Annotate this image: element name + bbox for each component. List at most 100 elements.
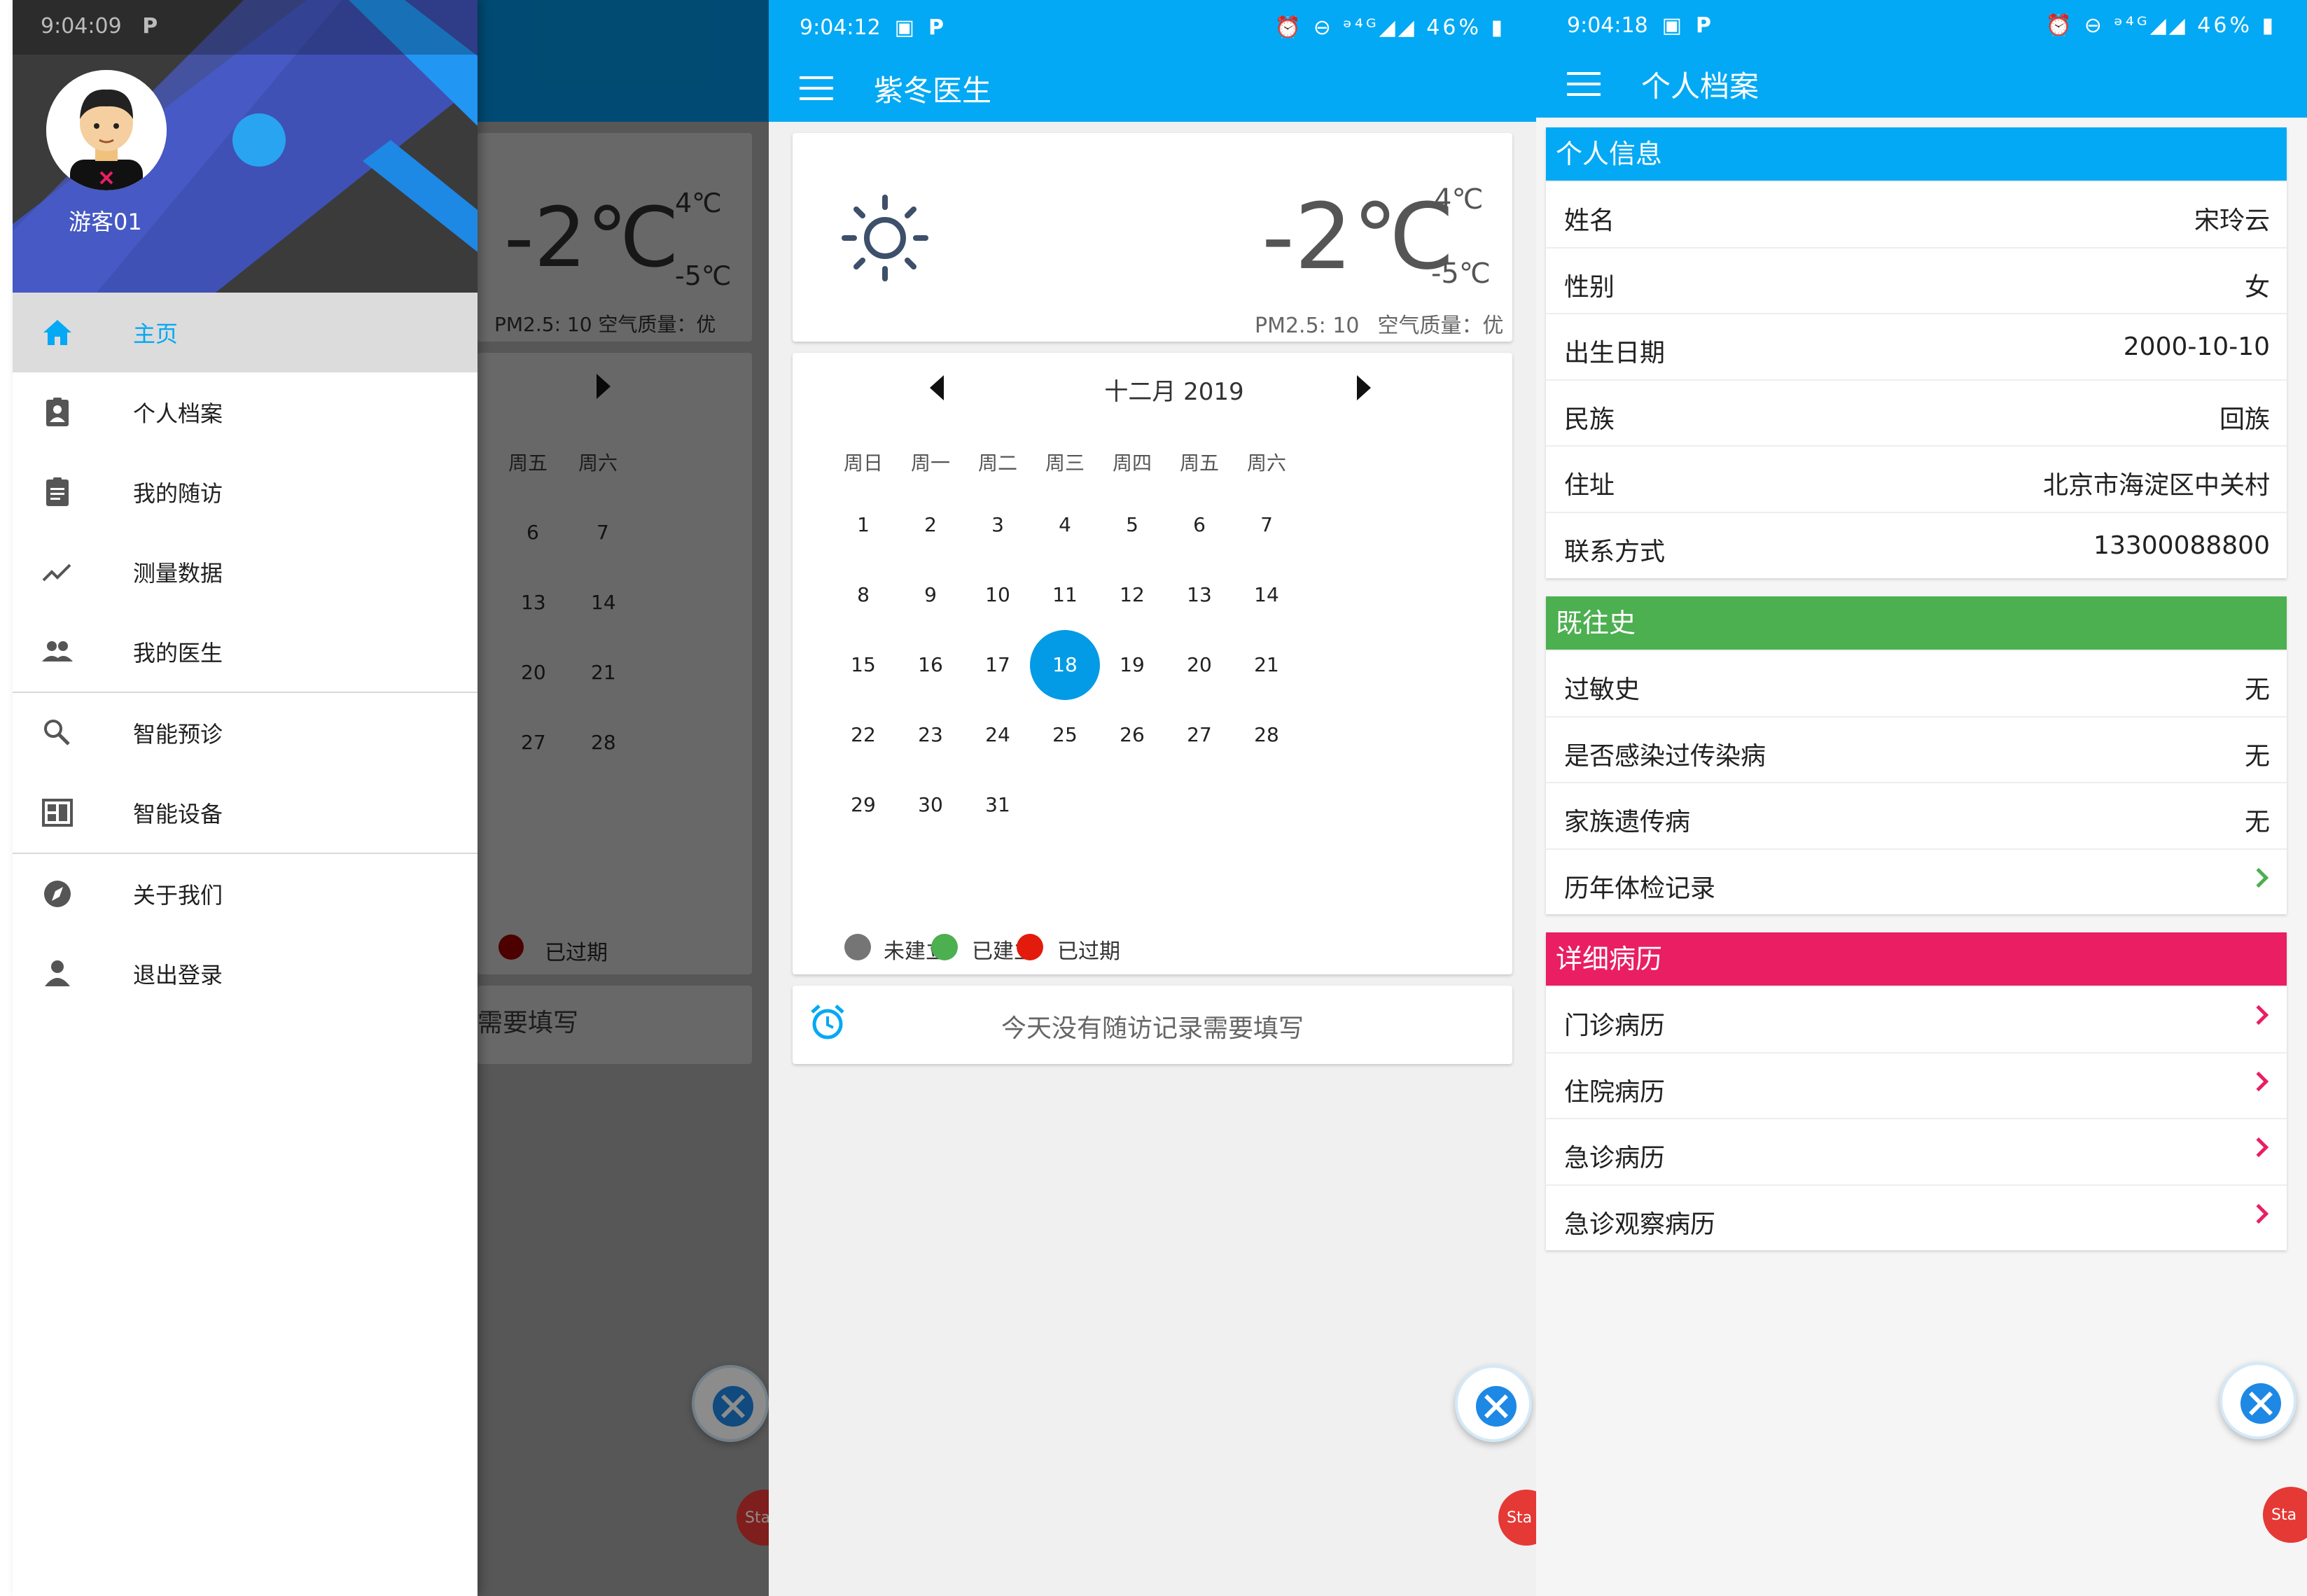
calendar-day[interactable]: 27 [1164, 700, 1234, 770]
weekday-label: 周二 [977, 451, 1017, 475]
prev-month-icon[interactable] [930, 375, 944, 400]
calendar-day[interactable]: 2 [895, 490, 966, 560]
calendar-day[interactable]: 30 [895, 770, 966, 840]
history-row[interactable]: 历年体检记录 [1546, 848, 2287, 915]
calendar-day[interactable]: 16 [895, 630, 966, 700]
calendar-day[interactable]: 4 [1030, 490, 1100, 560]
menu-item-about[interactable]: 关于我们 [13, 854, 478, 934]
drawer-header: 9:04:09 P 游客01 [13, 0, 478, 293]
menu-item-profile[interactable]: 个人档案 [13, 372, 478, 452]
legend-dot-expired [1017, 934, 1043, 960]
row-label: 姓名 [1564, 206, 1615, 235]
row-value: 北京市海淀区中关村 [2042, 471, 2270, 500]
floating-assistant-button[interactable] [2219, 1362, 2296, 1439]
row-label: 住院病历 [1564, 1077, 1666, 1107]
menu-icon[interactable] [1567, 72, 1601, 96]
medical-history-rows: 过敏史无是否感染过传染病无家族遗传病无历年体检记录 [1546, 650, 2287, 914]
row-label: 联系方式 [1564, 537, 1666, 566]
sta-badge[interactable]: Sta [2263, 1487, 2307, 1543]
calendar-day[interactable]: 20 [1164, 630, 1234, 700]
weather-card: -2℃ 4℃ -5℃ PM2.5: 10 空气质量：优 [793, 133, 1512, 342]
personal-info-rows: 姓名 宋玲云 性别 女出生日期 2000-10-10 民族 回族 住址 北京市海淀区中关村 联系方… [1546, 181, 2287, 578]
menu-label: 关于我们 [133, 882, 223, 909]
legend-dot-not-created [844, 934, 871, 960]
weekday-label: 周一 [910, 451, 950, 475]
calendar-day[interactable]: 14 [1232, 560, 1302, 630]
row-label: 急诊观察病历 [1564, 1210, 1716, 1239]
weekday-label: 周日 [843, 451, 883, 475]
row-label: 性别 [1564, 272, 1615, 302]
calendar-day-today[interactable]: 18 [1030, 630, 1100, 700]
calendar-day[interactable]: 19 [1097, 630, 1167, 700]
calendar-day[interactable]: 3 [963, 490, 1033, 560]
calendar-day[interactable]: 28 [1232, 700, 1302, 770]
people-icon [42, 641, 73, 662]
menu-item-logout[interactable]: 退出登录 [13, 934, 478, 1014]
calendar-day[interactable]: 1 [828, 490, 898, 560]
calendar-day[interactable]: 22 [828, 700, 898, 770]
next-month-icon[interactable] [1357, 375, 1371, 400]
screen-drawer: -2℃ 4℃ -5℃ PM2.5: 10 空气质量：优 周五 周六 6 7 13… [0, 0, 769, 1596]
floating-assistant-button[interactable] [1455, 1365, 1532, 1442]
weekday-label: 周六 [1246, 451, 1286, 475]
menu-label: 智能设备 [133, 801, 223, 827]
menu-item-doctors[interactable]: 我的医生 [13, 612, 478, 692]
weekday-label: 周五 [1179, 451, 1219, 475]
records-row[interactable]: 急诊观察病历 [1546, 1184, 2287, 1251]
calendar-day[interactable]: 25 [1030, 700, 1100, 770]
calendar-day[interactable]: 26 [1097, 700, 1167, 770]
weekday-label: 周四 [1112, 451, 1152, 475]
calendar-day[interactable]: 5 [1097, 490, 1167, 560]
calendar-day[interactable]: 15 [828, 630, 898, 700]
calendar-day[interactable]: 12 [1097, 560, 1167, 630]
menu-item-home[interactable]: 主页 [13, 293, 478, 372]
calendar-day[interactable]: 7 [1232, 490, 1302, 560]
status-time: 9:04:18 [1567, 13, 1648, 38]
current-temperature: -2℃ [1262, 183, 1455, 290]
menu-icon[interactable] [800, 76, 833, 100]
personal-row: 民族 回族 [1546, 379, 2287, 446]
menu-item-followup[interactable]: 我的随访 [13, 452, 478, 532]
medical-history-section: 既往史 过敏史无是否感染过传染病无家族遗传病无历年体检记录 [1546, 596, 2287, 915]
calendar-day[interactable]: 8 [828, 560, 898, 630]
avatar-image [46, 70, 167, 190]
calendar-day[interactable]: 23 [895, 700, 966, 770]
drawer-scrim[interactable] [478, 0, 769, 1596]
menu-item-prediagnosis[interactable]: 智能预诊 [13, 693, 478, 773]
calendar-day[interactable]: 29 [828, 770, 898, 840]
row-value: 女 [2244, 272, 2270, 302]
calendar-day[interactable]: 21 [1232, 630, 1302, 700]
followup-notice-card[interactable]: 今天没有随访记录需要填写 [793, 986, 1512, 1064]
calendar-day[interactable]: 24 [963, 700, 1033, 770]
parking-icon: P [1696, 13, 1712, 38]
calendar-day[interactable]: 9 [895, 560, 966, 630]
home-icon [43, 320, 71, 345]
section-header: 个人信息 [1546, 127, 2287, 181]
row-value: 宋玲云 [2194, 206, 2270, 235]
records-row[interactable]: 急诊病历 [1546, 1118, 2287, 1184]
menu-item-devices[interactable]: 智能设备 [13, 773, 478, 853]
username: 游客01 [69, 209, 142, 235]
calendar-day[interactable]: 31 [963, 770, 1033, 840]
aqi-value: 空气质量：优 [1377, 314, 1504, 338]
calendar-day[interactable]: 11 [1030, 560, 1100, 630]
chevron-right-icon [2248, 867, 2269, 888]
detailed-records-section: 详细病历 门诊病历住院病历急诊病历急诊观察病历 [1546, 932, 2287, 1251]
sta-badge[interactable]: Sta [1498, 1490, 1536, 1546]
records-row[interactable]: 住院病历 [1546, 1051, 2287, 1119]
calendar-day[interactable]: 10 [963, 560, 1033, 630]
row-value: 无 [2244, 741, 2270, 771]
status-icons: ⏰ ⊖ ᵊ⁴ᴳ◢◢ 46% ▮ [2045, 13, 2276, 38]
avatar[interactable] [46, 70, 167, 190]
calendar-day[interactable]: 13 [1164, 560, 1234, 630]
search-icon [44, 720, 70, 746]
section-header: 详细病历 [1546, 932, 2287, 986]
calendar-day[interactable]: 17 [963, 630, 1033, 700]
records-row[interactable]: 门诊病历 [1546, 986, 2287, 1052]
menu-item-measurements[interactable]: 测量数据 [13, 532, 478, 612]
history-row: 是否感染过传染病 无 [1546, 715, 2287, 783]
image-icon: ▣ [1661, 13, 1682, 38]
sun-icon [842, 195, 928, 281]
calendar-day[interactable]: 6 [1164, 490, 1234, 560]
assistant-icon [1476, 1386, 1517, 1427]
